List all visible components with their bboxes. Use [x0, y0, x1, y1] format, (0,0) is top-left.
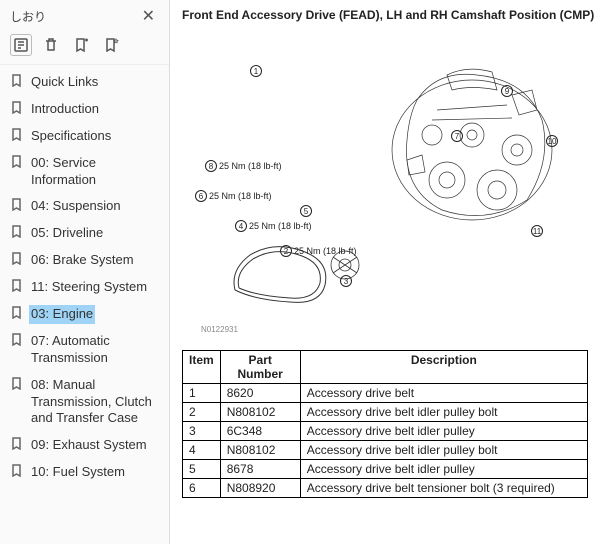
- cell-part: N808102: [220, 441, 300, 460]
- sidebar-item-label: Introduction: [29, 100, 101, 119]
- table-row: 58678Accessory drive belt idler pulley: [183, 460, 588, 479]
- close-icon[interactable]: ✕: [138, 6, 159, 26]
- exploded-diagram: 1 825 Nm (18 lb-ft) 625 Nm (18 lb-ft) 42…: [195, 30, 575, 340]
- callout-10: 10: [546, 135, 560, 147]
- cell-part: 8620: [220, 384, 300, 403]
- callout-9: 9: [501, 85, 515, 97]
- cell-part: 8678: [220, 460, 300, 479]
- sidebar-item-label: 00: Service Information: [29, 154, 159, 190]
- bookmark-icon: [10, 279, 23, 297]
- cell-desc: Accessory drive belt idler pulley bolt: [300, 403, 587, 422]
- bookmark-icon: [10, 101, 23, 119]
- bookmark-icon: [10, 252, 23, 270]
- sidebar-item-label: 09: Exhaust System: [29, 436, 149, 455]
- cell-item: 3: [183, 422, 221, 441]
- cell-part: 6C348: [220, 422, 300, 441]
- options-icon[interactable]: [10, 34, 32, 56]
- sidebar-item[interactable]: 04: Suspension: [0, 193, 169, 220]
- callout-5: 5: [300, 205, 314, 217]
- cell-part: N808920: [220, 479, 300, 498]
- bookmark-star-icon[interactable]: [100, 34, 122, 56]
- table-row: 36C348Accessory drive belt idler pulley: [183, 422, 588, 441]
- parts-table: ItemPart NumberDescription 18620Accessor…: [182, 350, 588, 498]
- cell-item: 4: [183, 441, 221, 460]
- sidebar-item-label: 07: Automatic Transmission: [29, 332, 159, 368]
- sidebar-item[interactable]: 00: Service Information: [0, 150, 169, 194]
- bookmark-icon: [10, 74, 23, 92]
- cell-desc: Accessory drive belt idler pulley: [300, 422, 587, 441]
- page-title: Front End Accessory Drive (FEAD), LH and…: [182, 8, 588, 22]
- cell-item: 5: [183, 460, 221, 479]
- table-header: Item: [183, 351, 221, 384]
- cell-desc: Accessory drive belt idler pulley bolt: [300, 441, 587, 460]
- cell-item: 2: [183, 403, 221, 422]
- table-header: Description: [300, 351, 587, 384]
- sidebar-item[interactable]: Quick Links: [0, 69, 169, 96]
- sidebar-item-label: 05: Driveline: [29, 224, 105, 243]
- cell-item: 6: [183, 479, 221, 498]
- table-row: 4N808102Accessory drive belt idler pulle…: [183, 441, 588, 460]
- bookmark-icon: [10, 437, 23, 455]
- bookmark-icon: [10, 306, 23, 324]
- bookmark-icon: [10, 333, 23, 351]
- document-content: Front End Accessory Drive (FEAD), LH and…: [170, 0, 600, 544]
- sidebar-item[interactable]: Specifications: [0, 123, 169, 150]
- sidebar-item-label: 08: Manual Transmission, Clutch and Tran…: [29, 376, 159, 429]
- callout-6: 625 Nm (18 lb-ft): [195, 190, 272, 202]
- callout-11: 11: [531, 225, 545, 237]
- sidebar-item-label: 04: Suspension: [29, 197, 123, 216]
- callout-1: 1: [250, 65, 264, 77]
- sidebar-item[interactable]: 10: Fuel System: [0, 459, 169, 486]
- sidebar-item[interactable]: 05: Driveline: [0, 220, 169, 247]
- sidebar-item-label: 03: Engine: [29, 305, 95, 324]
- bookmark-icon: [10, 225, 23, 243]
- bookmarks-list: Quick Links Introduction Specifications 00:…: [0, 65, 169, 544]
- sidebar-item-label: Specifications: [29, 127, 113, 146]
- cell-desc: Accessory drive belt: [300, 384, 587, 403]
- sidebar-item[interactable]: 08: Manual Transmission, Clutch and Tran…: [0, 372, 169, 433]
- sidebar-item[interactable]: 09: Exhaust System: [0, 432, 169, 459]
- bookmark-icon: [10, 128, 23, 146]
- bookmark-icon: [10, 377, 23, 395]
- sidebar-toolbar: [0, 28, 169, 65]
- sidebar-item-label: 06: Brake System: [29, 251, 136, 270]
- engine-illustration: [377, 40, 567, 240]
- sidebar-title: しおり: [10, 8, 46, 25]
- sidebar-item[interactable]: Introduction: [0, 96, 169, 123]
- table-row: 2N808102Accessory drive belt idler pulle…: [183, 403, 588, 422]
- bookmark-icon: [10, 464, 23, 482]
- sidebar-item-label: Quick Links: [29, 73, 100, 92]
- cell-desc: Accessory drive belt tensioner bolt (3 r…: [300, 479, 587, 498]
- table-header: Part Number: [220, 351, 300, 384]
- trash-icon[interactable]: [40, 34, 62, 56]
- bookmark-add-icon[interactable]: [70, 34, 92, 56]
- belt-illustration: [225, 240, 335, 310]
- bookmark-icon: [10, 198, 23, 216]
- bookmark-icon: [10, 155, 23, 173]
- cell-desc: Accessory drive belt idler pulley: [300, 460, 587, 479]
- sidebar-item-label: 10: Fuel System: [29, 463, 127, 482]
- callout-7: 7: [451, 130, 465, 142]
- callout-4: 425 Nm (18 lb-ft): [235, 220, 312, 232]
- callout-8: 825 Nm (18 lb-ft): [205, 160, 282, 172]
- bookmarks-sidebar: しおり ✕ Quick Links Introduction Specificati…: [0, 0, 170, 544]
- figure-id: N0122931: [201, 325, 238, 334]
- sidebar-item[interactable]: 07: Automatic Transmission: [0, 328, 169, 372]
- cell-part: N808102: [220, 403, 300, 422]
- table-row: 18620Accessory drive belt: [183, 384, 588, 403]
- sidebar-item[interactable]: 06: Brake System: [0, 247, 169, 274]
- sidebar-item[interactable]: 03: Engine: [0, 301, 169, 328]
- sidebar-item[interactable]: 11: Steering System: [0, 274, 169, 301]
- cell-item: 1: [183, 384, 221, 403]
- sidebar-header: しおり ✕: [0, 0, 169, 28]
- callout-3: 3: [340, 275, 354, 287]
- sidebar-item-label: 11: Steering System: [29, 278, 149, 297]
- table-row: 6N808920Accessory drive belt tensioner b…: [183, 479, 588, 498]
